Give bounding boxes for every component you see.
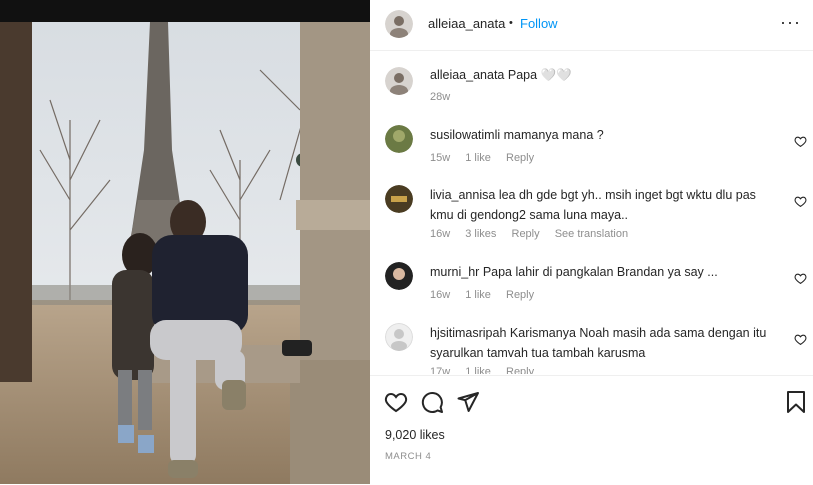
caption-time: 28w xyxy=(430,91,451,103)
caption-username[interactable]: alleiaa_anata xyxy=(430,68,504,82)
action-bar: 9,020 likes MARCH 4 xyxy=(370,375,813,485)
comment-likes[interactable]: 1 like xyxy=(465,289,491,301)
comment-body: Papa lahir di pangkalan Brandan ya say .… xyxy=(482,265,718,279)
post-photo[interactable] xyxy=(0,0,370,484)
heart-icon[interactable] xyxy=(384,390,408,414)
author-username[interactable]: alleiaa_anata xyxy=(428,16,505,31)
author-avatar[interactable] xyxy=(385,10,413,38)
comment-text: murni_hr Papa lahir di pangkalan Brandan… xyxy=(430,262,780,282)
comment-likes[interactable]: 1 like xyxy=(465,366,491,374)
reply-button[interactable]: Reply xyxy=(506,289,534,301)
caption-body: Papa 🤍🤍 xyxy=(507,68,572,82)
comment-likes[interactable]: 1 like xyxy=(465,152,491,164)
comments-list[interactable]: alleiaa_anata Papa 🤍🤍 28w susilowatimli … xyxy=(370,51,813,374)
comment-username[interactable]: murni_hr xyxy=(430,265,479,279)
commenter-avatar[interactable] xyxy=(385,185,413,213)
comment-meta: 16w 1 like Reply xyxy=(430,289,546,301)
comment-meta: 16w 3 likes Reply See translation xyxy=(430,228,640,240)
follow-button[interactable]: Follow xyxy=(520,16,558,31)
photo-scene xyxy=(0,0,370,484)
comment-body: mamanya mana ? xyxy=(503,128,604,142)
comment-like-icon[interactable] xyxy=(794,195,807,208)
commenter-avatar[interactable] xyxy=(385,125,413,153)
comment-username[interactable]: susilowatimli xyxy=(430,128,500,142)
comment-time: 17w xyxy=(430,366,451,374)
likes-count[interactable]: 9,020 likes xyxy=(385,428,445,442)
comment-like-icon[interactable] xyxy=(794,333,807,346)
comment-text: livia_annisa lea dh gde bgt yh.. msih in… xyxy=(430,185,780,225)
comment-likes[interactable]: 3 likes xyxy=(465,228,496,240)
commenter-avatar[interactable] xyxy=(385,262,413,290)
comment-text: hjsitimasripah Karismanya Noah masih ada… xyxy=(430,323,780,363)
post-header: alleiaa_anata • Follow ··· xyxy=(370,0,813,51)
caption-meta: 28w xyxy=(430,91,462,103)
comment-time: 16w xyxy=(430,228,451,240)
comment-icon[interactable] xyxy=(420,390,444,414)
comment-username[interactable]: livia_annisa xyxy=(430,188,495,202)
bookmark-icon[interactable] xyxy=(784,390,808,414)
post-date: MARCH 4 xyxy=(385,451,432,462)
comment-text: susilowatimli mamanya mana ? xyxy=(430,125,780,145)
see-translation-button[interactable]: See translation xyxy=(555,228,628,240)
caption-avatar[interactable] xyxy=(385,67,413,95)
share-icon[interactable] xyxy=(456,390,480,414)
comment-like-icon[interactable] xyxy=(794,272,807,285)
comment-time: 15w xyxy=(430,152,451,164)
comment-time: 16w xyxy=(430,289,451,301)
post-panel: alleiaa_anata • Follow ··· alleiaa_anata… xyxy=(370,0,813,484)
commenter-avatar[interactable] xyxy=(385,323,413,351)
reply-button[interactable]: Reply xyxy=(506,366,534,374)
caption-text: alleiaa_anata Papa 🤍🤍 xyxy=(430,65,780,85)
comment-meta: 15w 1 like Reply xyxy=(430,152,546,164)
reply-button[interactable]: Reply xyxy=(506,152,534,164)
reply-button[interactable]: Reply xyxy=(512,228,540,240)
comment-like-icon[interactable] xyxy=(794,135,807,148)
more-icon[interactable]: ··· xyxy=(780,12,801,33)
separator-dot: • xyxy=(509,17,513,29)
comment-username[interactable]: hjsitimasripah xyxy=(430,326,506,340)
comment-meta: 17w 1 like Reply xyxy=(430,366,546,374)
